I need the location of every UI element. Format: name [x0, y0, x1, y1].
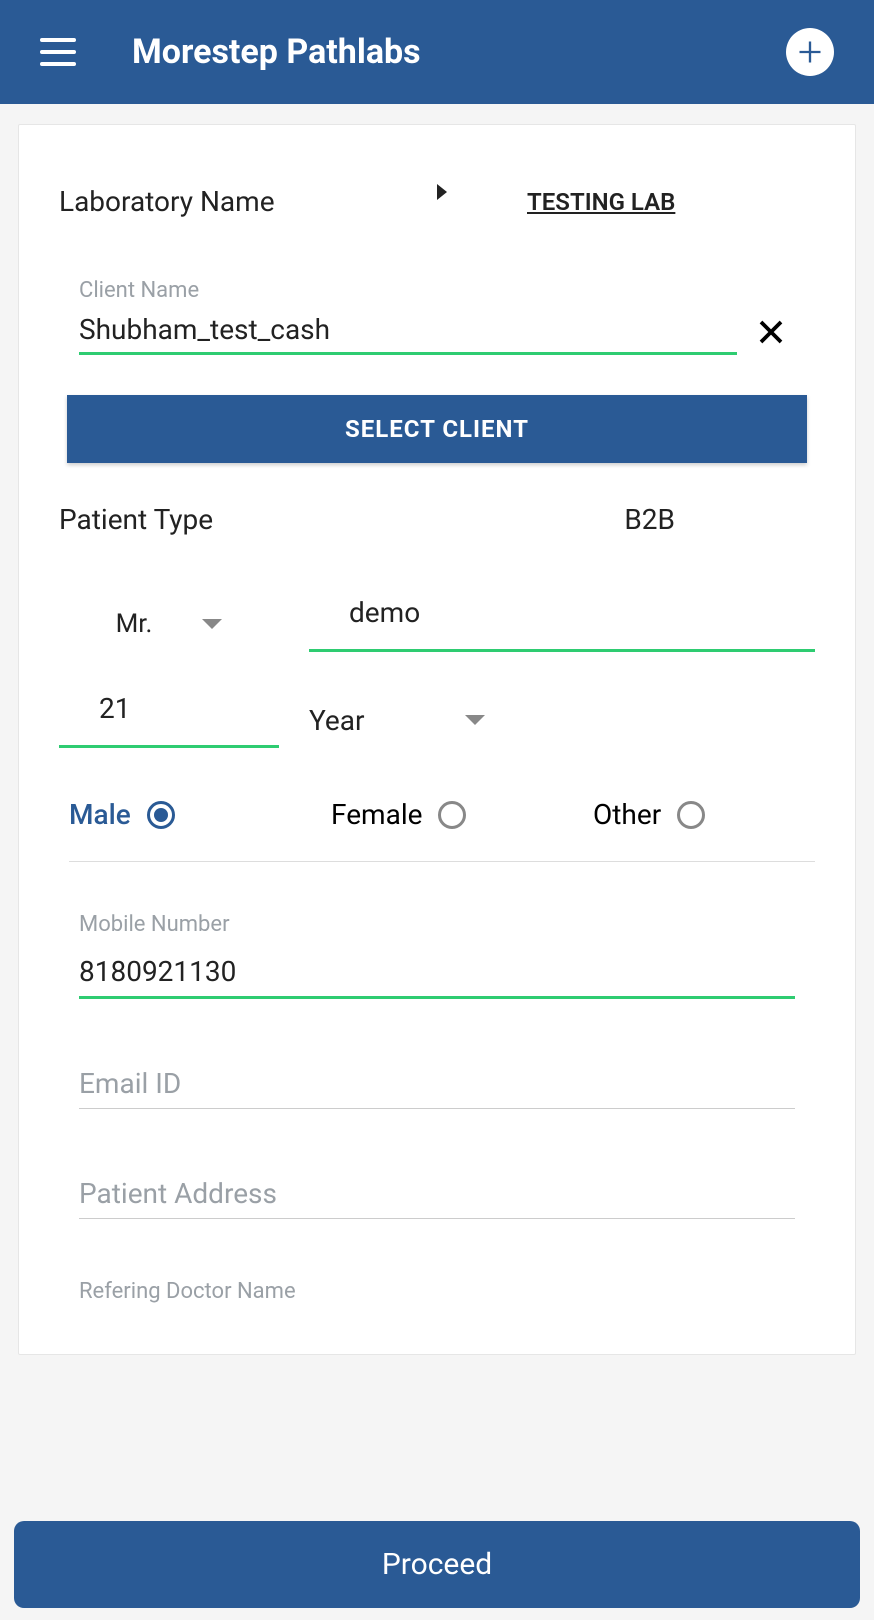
mobile-field: Mobile Number [79, 912, 795, 999]
patient-type-label: Patient Type [59, 503, 213, 536]
patient-type-value: B2B [624, 503, 675, 536]
proceed-button[interactable]: Proceed [14, 1521, 860, 1608]
clear-client-button[interactable] [747, 317, 795, 351]
email-field [79, 1059, 795, 1109]
client-name-field: Client Name [79, 278, 795, 355]
gender-male-radio[interactable]: Male [69, 798, 291, 831]
laboratory-row: Laboratory Name TESTING LAB [59, 185, 815, 218]
form-card: Laboratory Name TESTING LAB Client Name … [18, 124, 856, 1355]
name-row: Mr. demo [59, 596, 815, 652]
chevron-down-icon [202, 619, 222, 629]
patient-name-input[interactable]: demo [309, 596, 815, 652]
menu-icon[interactable] [40, 38, 76, 66]
email-input[interactable] [79, 1059, 795, 1109]
app-title: Morestep Pathlabs [132, 32, 786, 72]
select-client-button[interactable]: SELECT CLIENT [67, 395, 807, 463]
refdoc-label: Refering Doctor Name [79, 1279, 795, 1304]
gender-row: Male Female Other [69, 798, 815, 862]
laboratory-label: Laboratory Name [59, 185, 437, 218]
mobile-input[interactable] [79, 947, 795, 999]
age-unit-value: Year [309, 704, 365, 737]
age-input[interactable]: 21 [59, 692, 279, 748]
radio-icon [438, 801, 466, 829]
gender-label: Female [331, 798, 422, 831]
gender-label: Other [593, 798, 661, 831]
radio-icon [147, 801, 175, 829]
app-header: Morestep Pathlabs [0, 0, 874, 104]
age-row: 21 Year [59, 692, 815, 748]
address-input[interactable] [79, 1169, 795, 1219]
patient-type-row: Patient Type B2B [59, 503, 815, 536]
gender-other-radio[interactable]: Other [593, 798, 815, 831]
plus-icon [796, 38, 824, 66]
mobile-label: Mobile Number [79, 912, 795, 937]
age-unit-select[interactable]: Year [309, 692, 509, 748]
close-icon [756, 317, 786, 347]
title-value: Mr. [116, 609, 153, 639]
gender-female-radio[interactable]: Female [331, 798, 553, 831]
chevron-down-icon [465, 715, 485, 725]
add-button[interactable] [786, 28, 834, 76]
address-field [79, 1169, 795, 1219]
radio-icon [677, 801, 705, 829]
client-name-label: Client Name [79, 278, 795, 303]
caret-right-icon [437, 184, 447, 200]
laboratory-value[interactable]: TESTING LAB [527, 188, 675, 216]
gender-label: Male [69, 798, 131, 831]
refdoc-field: Refering Doctor Name [79, 1279, 795, 1304]
title-select[interactable]: Mr. [59, 596, 279, 652]
client-name-input[interactable] [79, 313, 436, 346]
